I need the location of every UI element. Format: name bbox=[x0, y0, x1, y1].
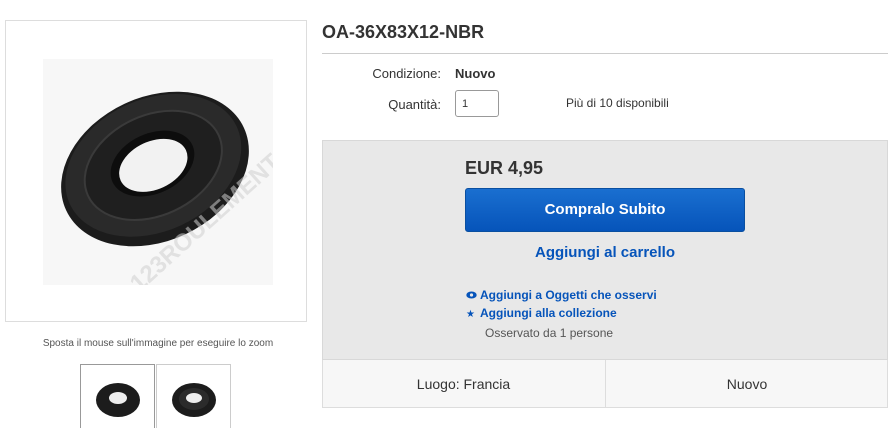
product-title: OA-36X83X12-NBR bbox=[322, 22, 485, 42]
watchers-count: Osservato da 1 persone bbox=[485, 326, 614, 340]
availability-text: Più di 10 disponibili bbox=[566, 96, 669, 110]
thumbnail-image bbox=[96, 383, 140, 417]
title-divider bbox=[322, 53, 888, 54]
thumbnail-2[interactable] bbox=[156, 364, 231, 428]
oil-seal-image: 123ROULEMENT bbox=[43, 59, 273, 285]
buy-now-button[interactable]: Compralo Subito bbox=[465, 188, 745, 232]
condition-label: Condizione: bbox=[372, 66, 441, 81]
condition-value: Nuovo bbox=[455, 66, 496, 81]
price: EUR 4,95 bbox=[465, 158, 544, 178]
quantity-label: Quantità: bbox=[388, 97, 441, 112]
collection-label: Aggiungi alla collezione bbox=[480, 306, 617, 320]
star-icon: ★ bbox=[466, 309, 475, 320]
thumbnail-1[interactable] bbox=[80, 364, 155, 428]
item-location: Luogo: Francia bbox=[416, 376, 511, 392]
add-to-watchlist-link[interactable]: Aggiungi a Oggetti che osservi bbox=[466, 288, 657, 302]
quantity-input[interactable] bbox=[455, 90, 499, 117]
item-condition: Nuovo bbox=[726, 376, 768, 392]
zoom-hint: Sposta il mouse sull'immagine per esegui… bbox=[42, 338, 274, 349]
watch-label: Aggiungi a Oggetti che osservi bbox=[480, 288, 657, 302]
add-to-cart-link[interactable]: Aggiungi al carrello bbox=[465, 244, 745, 261]
eye-icon bbox=[466, 291, 480, 302]
main-product-image[interactable]: 123ROULEMENT bbox=[5, 20, 307, 322]
thumbnail-image bbox=[172, 383, 216, 417]
add-to-collection-link[interactable]: ★ Aggiungi alla collezione bbox=[466, 306, 617, 320]
